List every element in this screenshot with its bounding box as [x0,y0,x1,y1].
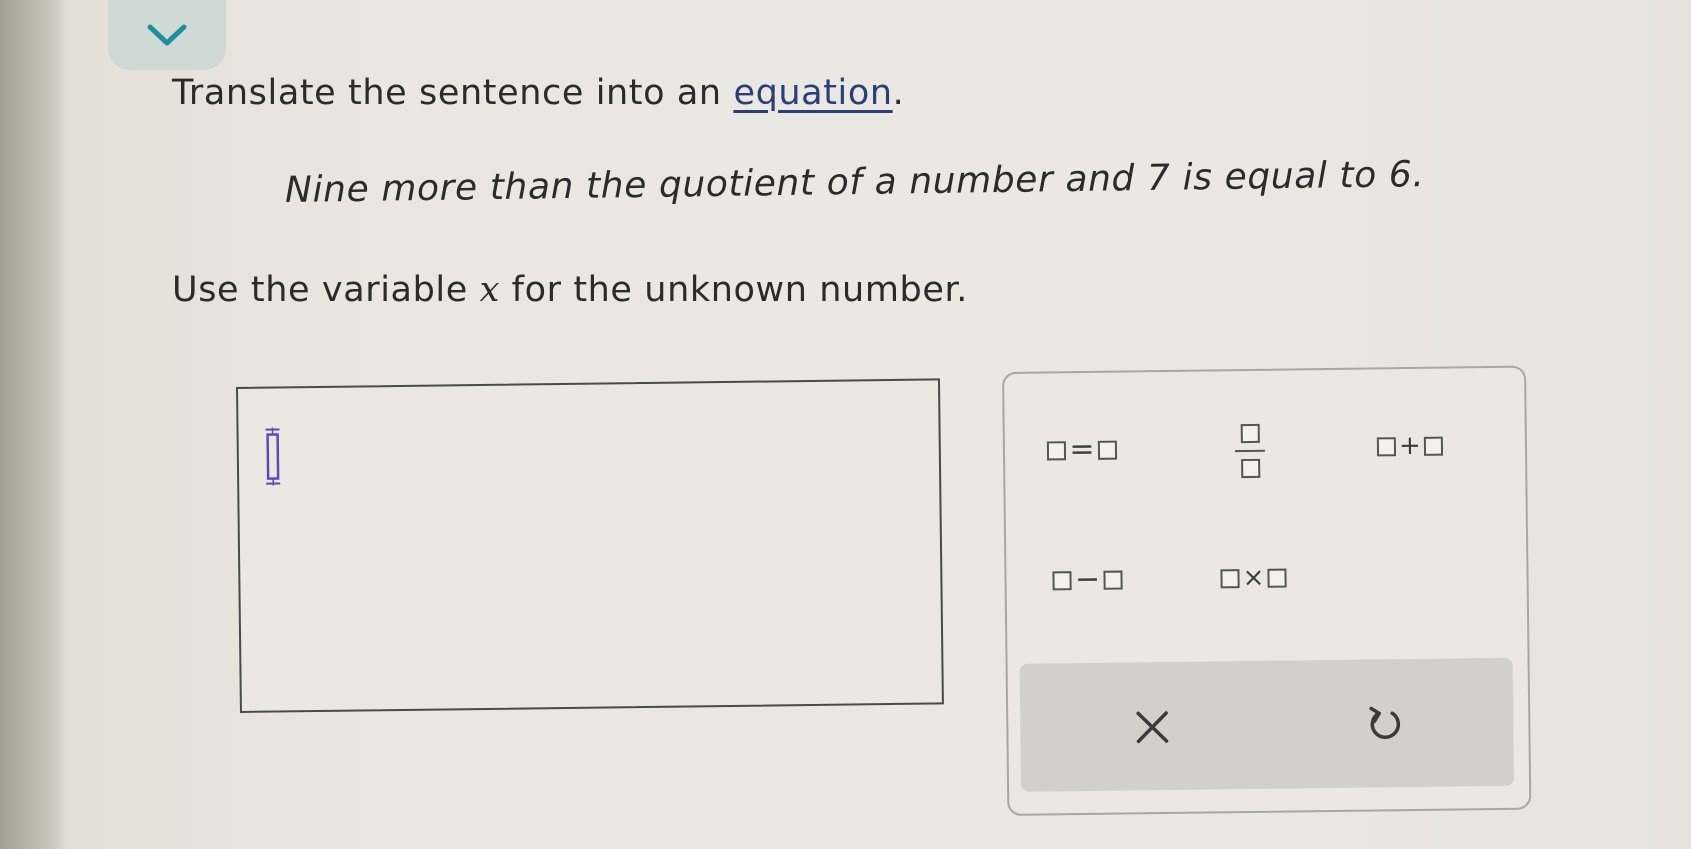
fraction-bar [1234,449,1265,453]
minus-operator: − [1074,561,1101,598]
close-icon [1136,711,1169,744]
left-edge-shadow [0,0,66,849]
answer-input-box[interactable] [236,378,944,713]
math-keypad: = + − × [1002,365,1532,816]
placeholder-box [1267,568,1287,588]
times-template-button[interactable]: × [1198,552,1309,603]
placeholder-box [1102,570,1123,590]
equals-operator: = [1069,431,1095,468]
times-operator: × [1242,562,1265,594]
placeholder-box [1097,440,1117,460]
variable-name: x [479,270,500,310]
prompt-period: . [892,73,905,113]
plus-operator: + [1398,430,1422,462]
minus-template-button[interactable]: − [1032,554,1143,605]
equation-glossary-link[interactable]: equation [733,73,892,113]
question-prompt: Translate the sentence into an equation. [172,73,904,113]
equals-template-button[interactable]: = [1027,424,1138,475]
fraction-template-button[interactable] [1214,406,1285,497]
variable-instruction: Use the variable x for the unknown numbe… [172,270,968,310]
clear-button[interactable] [1117,692,1188,763]
placeholder-box [1052,570,1073,590]
undo-button[interactable] [1350,689,1421,760]
instruction-text-end: for the unknown number. [499,270,968,310]
undo-icon [1369,706,1401,739]
instruction-text: Use the variable [172,270,480,310]
denominator-box [1240,458,1260,479]
fraction-icon [1234,423,1266,479]
plus-template-button[interactable]: + [1355,420,1466,471]
placeholder-box [1220,568,1240,588]
keypad-action-bar [1019,657,1515,792]
collapse-toggle-button[interactable] [108,0,226,70]
prompt-text: Translate the sentence into an [172,73,734,113]
placeholder-box [1047,440,1067,460]
word-sentence: Nine more than the quotient of a number … [284,154,1425,211]
placeholder-box [1423,436,1443,456]
chevron-down-icon [147,24,187,46]
numerator-box [1240,423,1260,444]
text-cursor-icon [265,427,281,486]
placeholder-box [1376,436,1397,456]
